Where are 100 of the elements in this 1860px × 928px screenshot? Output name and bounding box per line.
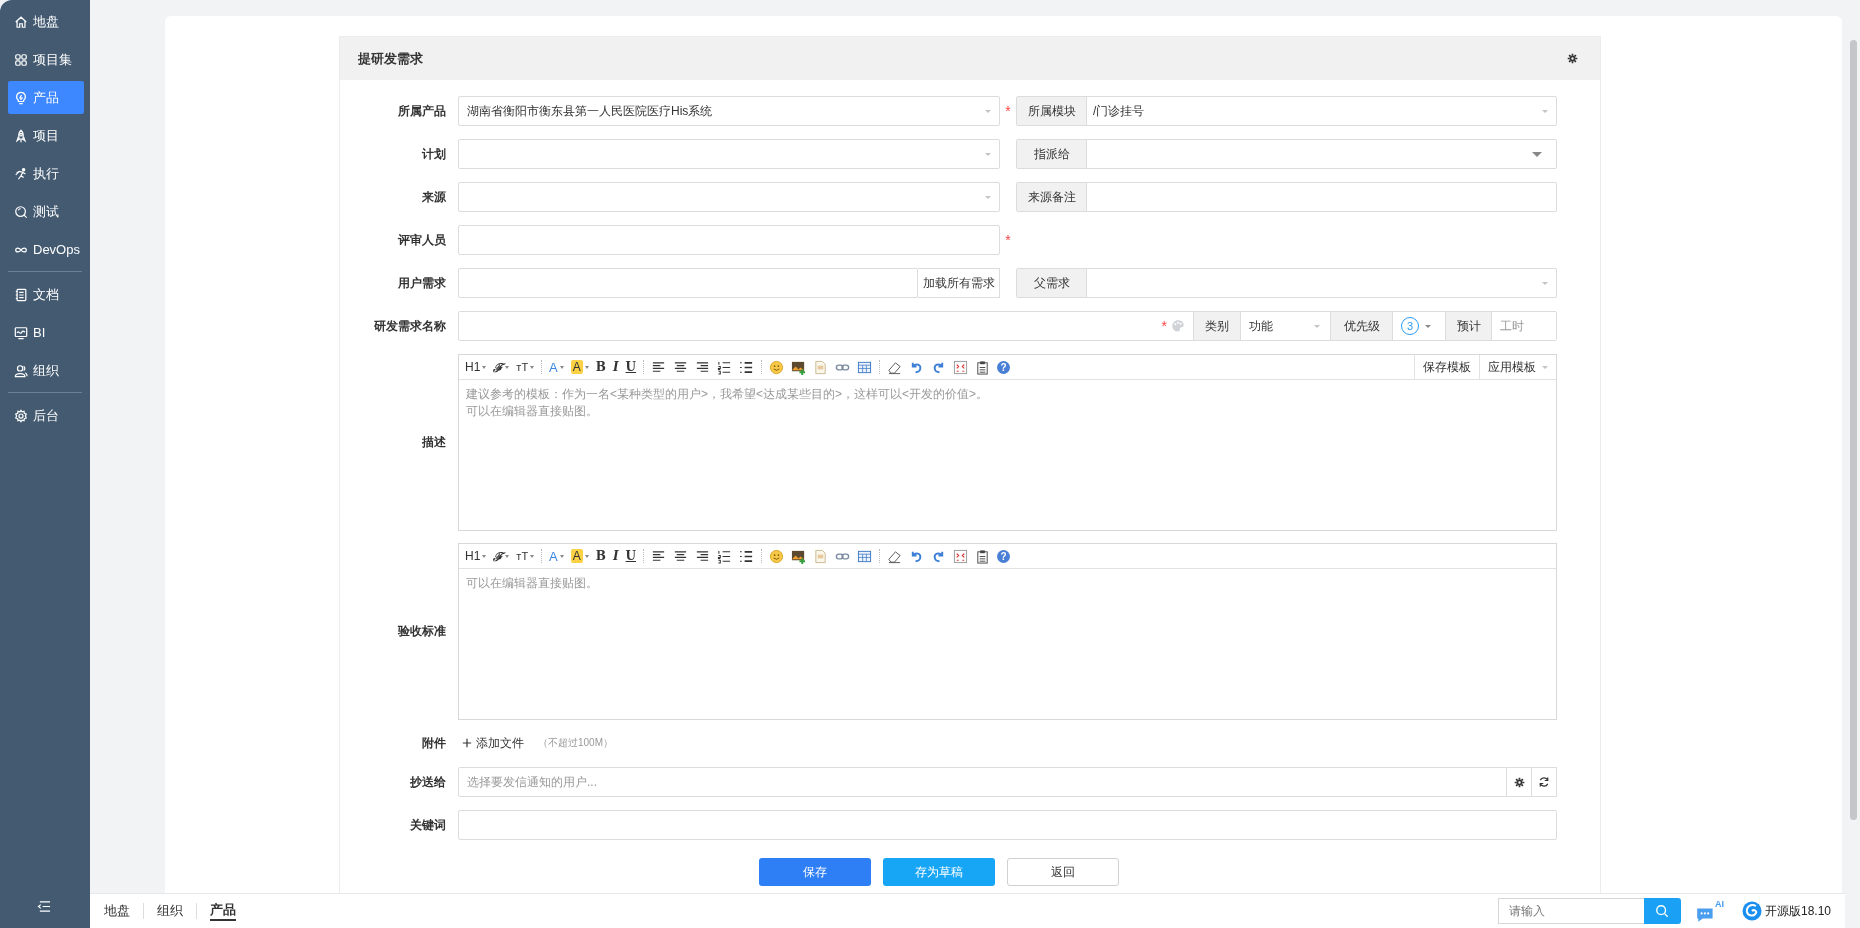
smiley-icon[interactable] xyxy=(769,359,785,375)
rich-text-editor[interactable]: H1 ℱ ᴛT A A B I U ? 可以在编辑器直接贴图。 xyxy=(458,543,1557,720)
heading-button[interactable]: H1 xyxy=(464,547,488,565)
image-icon[interactable] xyxy=(791,359,807,375)
editor-placeholder: 可以在编辑器直接贴图。 xyxy=(465,575,599,592)
save-button[interactable]: 保存 xyxy=(758,858,871,886)
collapse-icon[interactable] xyxy=(37,900,52,913)
monitor-icon xyxy=(14,325,28,340)
align-center-icon[interactable] xyxy=(673,359,689,375)
load-button[interactable]: 加载所有需求 xyxy=(918,268,1000,298)
grid-icon xyxy=(14,52,28,67)
font-color-button[interactable]: A xyxy=(548,358,565,376)
field-label: 抄送给 xyxy=(409,773,446,791)
settings-icon xyxy=(14,408,28,423)
numbered-list-icon[interactable] xyxy=(717,548,733,564)
nav-item[interactable]: 项目集 xyxy=(8,43,84,76)
field-label: 用户需求 xyxy=(397,274,446,292)
field-label: 验收标准 xyxy=(396,623,446,640)
size-limit-note: （不超过100M） xyxy=(538,736,613,750)
nav-item[interactable]: 文档 xyxy=(8,278,84,311)
breadcrumb-link[interactable]: 产品 xyxy=(210,901,236,921)
product-select[interactable]: 湖南省衡阳市衡东县第一人民医院医疗His系统 xyxy=(458,96,1000,126)
nav-item[interactable]: BI xyxy=(8,316,84,349)
table-icon[interactable] xyxy=(857,548,873,564)
home-icon xyxy=(14,14,28,29)
breadcrumb-link[interactable]: 组织 xyxy=(157,902,183,920)
plus-icon xyxy=(462,738,472,748)
keywords-field[interactable] xyxy=(458,810,1557,840)
reviewer-field[interactable] xyxy=(458,225,1000,255)
heading-button[interactable]: H1 xyxy=(464,358,488,376)
search-button[interactable] xyxy=(1643,898,1681,924)
numbered-list-icon[interactable] xyxy=(717,359,733,375)
table-icon[interactable] xyxy=(857,359,873,375)
align-right-icon[interactable] xyxy=(695,359,711,375)
magnifier-icon xyxy=(14,204,28,219)
highlight-button[interactable]: A xyxy=(569,358,590,376)
highlight-button[interactable]: A xyxy=(569,547,590,565)
form-title: 提研发需求 xyxy=(358,49,423,68)
bullet-list-icon[interactable] xyxy=(739,359,755,375)
font-size-button[interactable]: ᴛT xyxy=(515,358,536,376)
settings-icon xyxy=(1513,776,1525,788)
nav-item[interactable]: DevOps xyxy=(8,233,84,266)
scrollbar[interactable] xyxy=(1850,40,1857,820)
font-family-button[interactable]: ℱ xyxy=(492,547,511,565)
align-left-icon[interactable] xyxy=(651,548,667,564)
align-right-icon[interactable] xyxy=(695,548,711,564)
add-file-button[interactable]: 添加文件 xyxy=(458,734,528,752)
rich-text-editor[interactable]: H1 ℱ ᴛT A A B I U ? 保存模板 应用模板 建议参考的模板：作为一名<某种类型的用户>，我希望<达成某些目的>，这样可以<开发的价值>。 可以在编辑器直接贴图。 xyxy=(458,354,1557,531)
smiley-icon[interactable] xyxy=(769,548,785,564)
parent-field[interactable]: 父需求 xyxy=(1016,268,1557,298)
module-field[interactable]: 所属模块 /门诊挂号 xyxy=(1016,96,1557,126)
italic-button[interactable]: I xyxy=(611,358,620,376)
nav-item[interactable]: 后台 xyxy=(8,399,84,432)
nav-item[interactable]: 地盘 xyxy=(8,5,84,38)
align-left-icon[interactable] xyxy=(651,359,667,375)
font-size-button[interactable]: ᴛT xyxy=(515,547,536,565)
fullscreen-icon[interactable] xyxy=(953,548,969,564)
assignee-field[interactable]: 指派给 xyxy=(1016,139,1557,169)
bold-button[interactable]: B xyxy=(594,358,607,376)
required-mark: * xyxy=(1004,232,1012,248)
user-icon xyxy=(14,363,28,378)
field-label: 来源 xyxy=(421,188,446,206)
required-mark: * xyxy=(1004,103,1012,119)
mailto-field[interactable]: 选择要发信通知的用户... xyxy=(458,767,1507,797)
eraser-icon[interactable] xyxy=(887,359,903,375)
field-label: 描述 xyxy=(421,434,446,451)
breadcrumb-link[interactable]: 地盘 xyxy=(104,902,130,920)
nav-item[interactable]: 项目 xyxy=(8,119,84,152)
field-label: 研发需求名称 xyxy=(373,317,446,335)
source-note-field[interactable]: 来源备注 xyxy=(1016,182,1557,212)
search-field[interactable]: 请输入 xyxy=(1497,898,1644,924)
fullscreen-icon[interactable] xyxy=(953,359,969,375)
bullet-list-icon[interactable] xyxy=(739,548,755,564)
font-color-button[interactable]: A xyxy=(548,547,565,565)
user-story-field[interactable] xyxy=(458,268,918,298)
align-center-icon[interactable] xyxy=(673,548,689,564)
runner-icon xyxy=(14,166,28,181)
lightbulb-icon xyxy=(14,90,28,105)
clipboard-icon[interactable] xyxy=(975,359,991,375)
image-icon[interactable] xyxy=(791,548,807,564)
bold-button[interactable]: B xyxy=(594,547,607,565)
nav-item[interactable]: 执行 xyxy=(8,157,84,190)
nav-item[interactable]: 测试 xyxy=(8,195,84,228)
version-label: 开源版18.10 xyxy=(1764,902,1831,920)
refresh-button[interactable] xyxy=(1532,767,1557,797)
underline-button[interactable]: U xyxy=(624,547,638,565)
italic-button[interactable]: I xyxy=(611,547,620,565)
field-label: 附件 xyxy=(421,734,446,752)
settings-button[interactable] xyxy=(1507,767,1532,797)
logo-icon xyxy=(1741,901,1762,921)
search-icon xyxy=(1655,904,1670,918)
clipboard-icon[interactable] xyxy=(975,548,991,564)
eraser-icon[interactable] xyxy=(887,548,903,564)
settings-icon[interactable] xyxy=(1567,53,1578,64)
nav-item[interactable]: 组织 xyxy=(8,354,84,387)
rocket-icon xyxy=(14,128,28,143)
underline-button[interactable]: U xyxy=(624,358,638,376)
font-family-button[interactable]: ℱ xyxy=(492,358,511,376)
refresh-icon xyxy=(1538,776,1550,788)
back-button[interactable]: 返回 xyxy=(1006,858,1119,886)
